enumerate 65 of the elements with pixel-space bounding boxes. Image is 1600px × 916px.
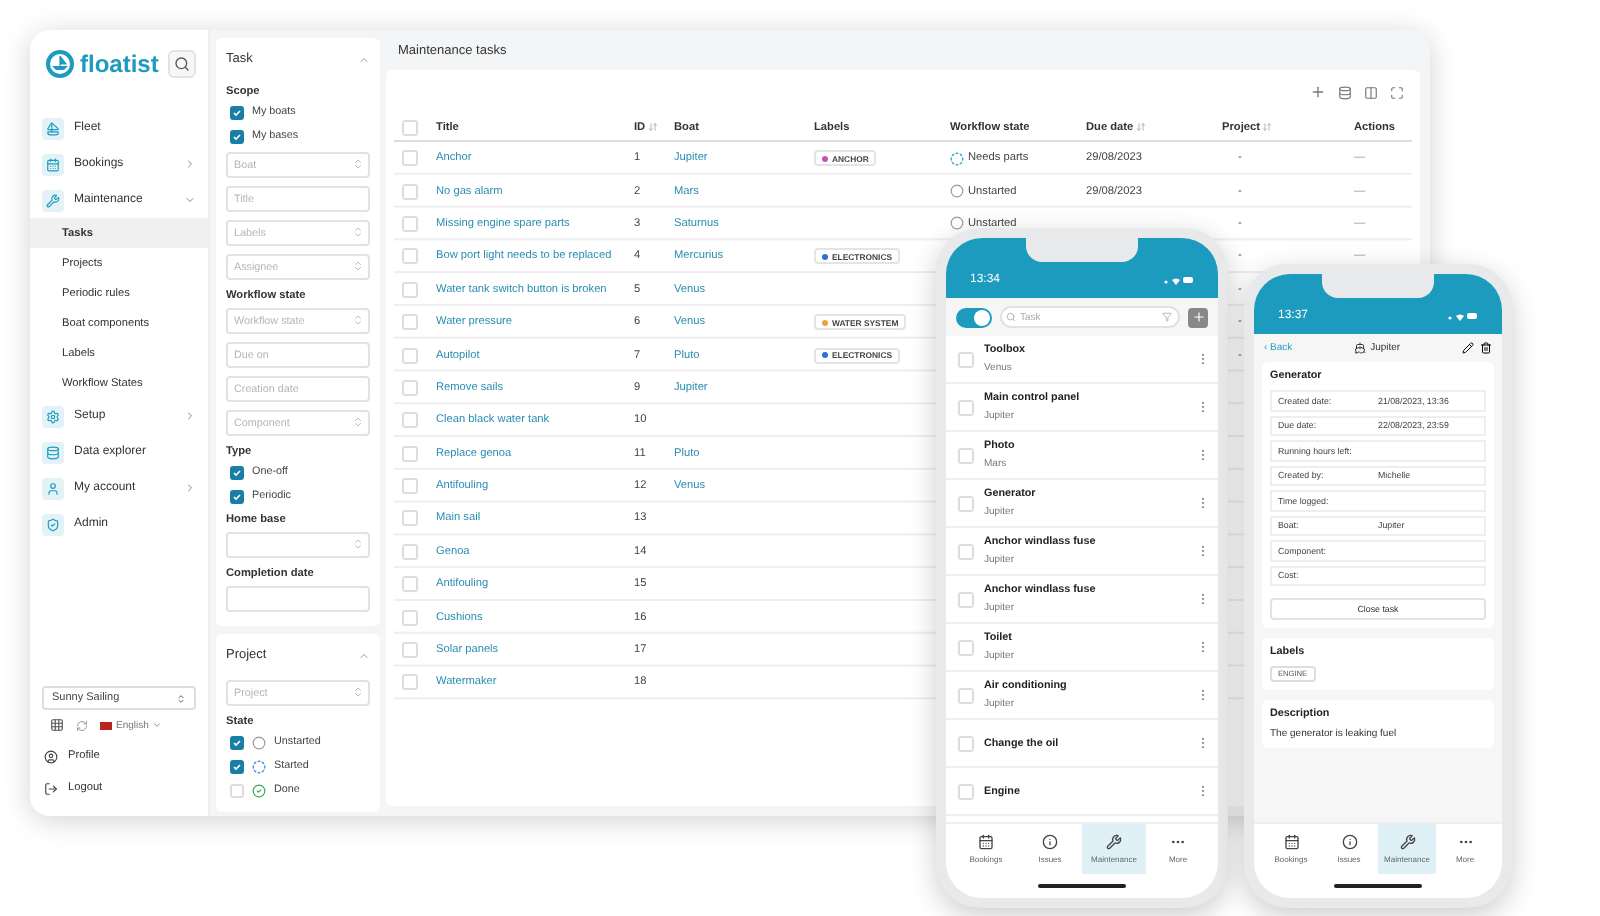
- search-icon: [1006, 312, 1016, 322]
- select-field[interactable]: [226, 532, 370, 558]
- database-icon[interactable]: [1338, 85, 1352, 99]
- chevron-right-icon[interactable]: [184, 410, 196, 422]
- add-icon[interactable]: [1310, 84, 1326, 100]
- checkbox[interactable]: [230, 129, 244, 143]
- filter-icon[interactable]: [1162, 312, 1172, 322]
- checkbox[interactable]: [230, 759, 244, 773]
- nav-icon: [42, 513, 64, 535]
- checkbox[interactable]: [230, 105, 244, 119]
- dashed-circle-icon: [252, 759, 266, 773]
- nav-icon: [42, 405, 64, 427]
- collapse-icon[interactable]: [358, 649, 370, 661]
- circle-icon: [252, 735, 266, 749]
- trash-icon[interactable]: [1480, 342, 1492, 354]
- circle-icon: [950, 184, 964, 199]
- phone-notch: [1322, 274, 1434, 298]
- info-icon: [1341, 834, 1357, 850]
- nav-icon: [42, 153, 64, 175]
- wrench-icon: [1399, 834, 1415, 850]
- floatist-logo: floatist: [46, 50, 159, 78]
- circle-icon: [950, 216, 964, 231]
- view-toggle[interactable]: [956, 307, 992, 327]
- collapse-icon[interactable]: [358, 53, 370, 65]
- fullscreen-icon[interactable]: [1390, 85, 1404, 99]
- checkbox[interactable]: [230, 465, 244, 479]
- nav-icon: [42, 117, 64, 139]
- phone-notch: [1026, 238, 1138, 262]
- nav-icon: [42, 477, 64, 499]
- chevron-right-icon[interactable]: [184, 158, 196, 170]
- plus-icon: [1191, 310, 1205, 324]
- logout-icon: [44, 781, 58, 795]
- chevron-right-icon[interactable]: [184, 482, 196, 494]
- sort-icon[interactable]: [647, 122, 658, 132]
- input-field[interactable]: [226, 586, 370, 612]
- add-button[interactable]: [1188, 307, 1208, 327]
- sort-icon[interactable]: [1261, 122, 1272, 132]
- check-circle-icon: [252, 783, 266, 797]
- checkbox[interactable]: [230, 489, 244, 503]
- dashed-circle-icon: [950, 151, 964, 166]
- user-icon: [44, 749, 58, 763]
- chevron-down-icon[interactable]: [184, 194, 196, 206]
- nav-icon: [42, 441, 64, 463]
- columns-icon[interactable]: [1364, 85, 1378, 99]
- status-icons: [1162, 274, 1194, 286]
- refresh-icon[interactable]: [76, 719, 88, 731]
- boat-icon: [1354, 342, 1367, 354]
- wrench-icon: [1106, 834, 1122, 850]
- grid-icon[interactable]: [50, 718, 64, 732]
- search-button[interactable]: [168, 50, 196, 78]
- logo-icon: [46, 50, 74, 78]
- edit-icon[interactable]: [1462, 342, 1474, 354]
- info-icon: [1042, 834, 1058, 850]
- home-indicator: [1334, 884, 1422, 888]
- sort-icon[interactable]: [1135, 122, 1146, 132]
- up-down-icon: [176, 693, 186, 703]
- flag-icon: [100, 721, 112, 729]
- nav-icon: [42, 189, 64, 211]
- home-indicator: [1038, 884, 1126, 888]
- checkbox[interactable]: [230, 735, 244, 749]
- calendar-icon: [1283, 834, 1299, 850]
- chevron-down-icon: [152, 720, 163, 730]
- search-icon: [174, 56, 190, 72]
- calendar-icon: [978, 834, 994, 850]
- status-icons: [1446, 310, 1478, 322]
